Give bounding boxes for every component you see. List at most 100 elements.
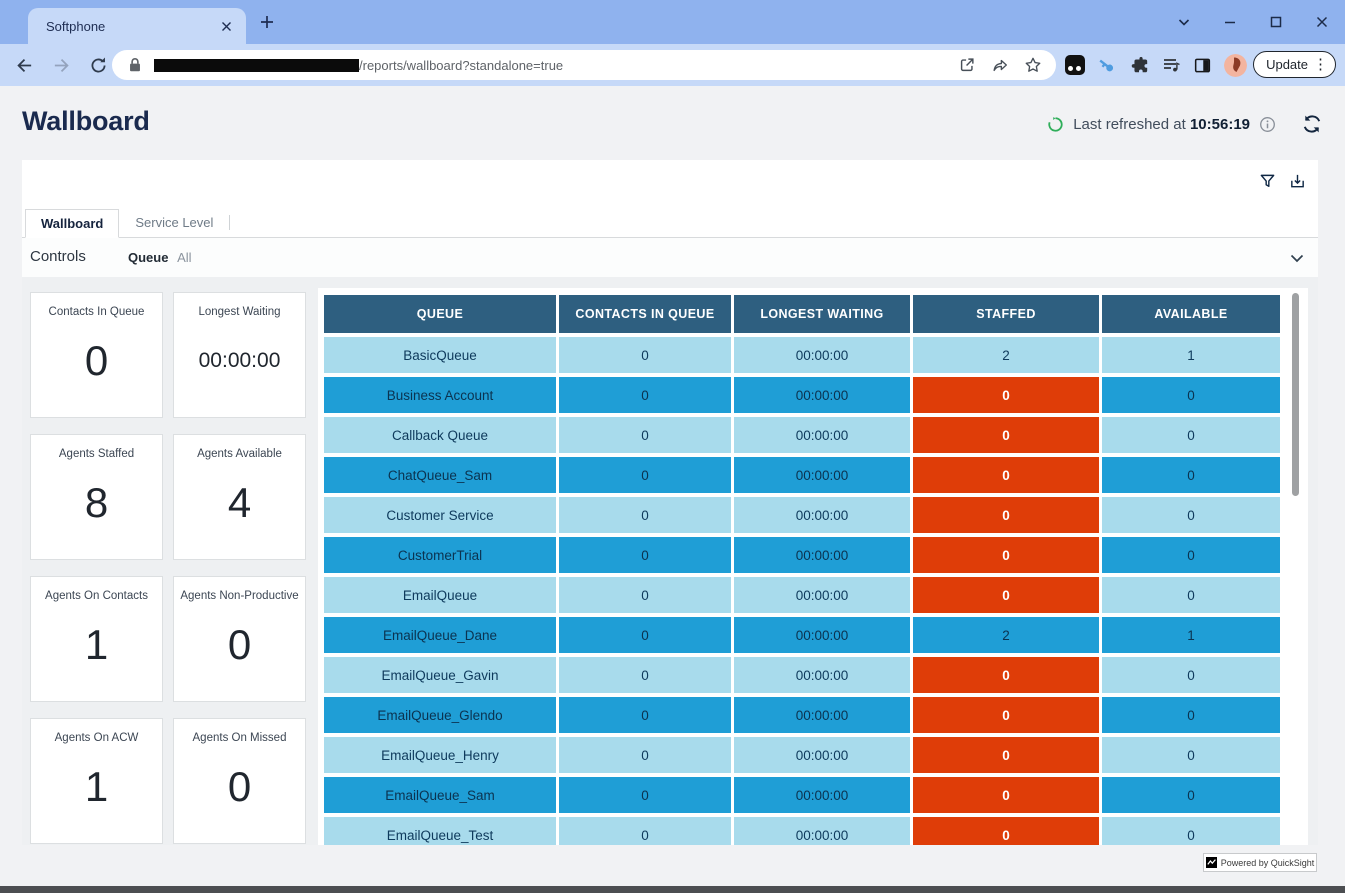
bookmark-star-icon[interactable] (1024, 56, 1042, 74)
cell-contacts: 0 (559, 457, 731, 493)
manual-refresh-icon[interactable] (1301, 113, 1323, 135)
queue-filter-name: Queue (128, 250, 168, 265)
table-row: EmailQueue_Henry000:00:0000 (324, 737, 1280, 773)
cell-waiting: 00:00:00 (734, 617, 910, 653)
extensions-puzzle-icon[interactable] (1128, 55, 1149, 76)
queue-filter-value: All (177, 250, 191, 265)
window-controls (1161, 0, 1345, 44)
update-button[interactable]: Update ⋮ (1253, 51, 1336, 78)
reload-button[interactable] (86, 53, 110, 77)
share-icon[interactable] (991, 56, 1009, 74)
kpi-value: 1 (85, 744, 108, 843)
cell-queue: ChatQueue_Sam (324, 457, 556, 493)
kpi-label: Agents Non-Productive (180, 590, 298, 602)
auto-refresh-timer-icon (1047, 116, 1064, 133)
minimize-button[interactable] (1207, 0, 1253, 44)
cell-waiting: 00:00:00 (734, 817, 910, 845)
cell-staffed: 0 (913, 497, 1099, 533)
queue-filter[interactable]: Queue All (128, 250, 192, 265)
cell-contacts: 0 (559, 817, 731, 845)
browser-window: Softphone (0, 0, 1345, 893)
controls-bar: Controls Queue All (22, 238, 1318, 278)
cell-queue: BasicQueue (324, 337, 556, 373)
maximize-button[interactable] (1253, 0, 1299, 44)
table-row: EmailQueue_Test000:00:0000 (324, 817, 1280, 845)
kpi-card: Longest Waiting00:00:00 (173, 292, 306, 418)
export-icon[interactable] (1289, 173, 1306, 190)
cell-queue: EmailQueue_Glendo (324, 697, 556, 733)
cell-contacts: 0 (559, 337, 731, 373)
forward-button[interactable] (49, 53, 73, 77)
tab-search-chevron-icon[interactable] (1161, 0, 1207, 44)
controls-label: Controls (30, 248, 86, 265)
close-button[interactable] (1299, 0, 1345, 44)
column-header: AVAILABLE (1102, 295, 1280, 333)
cell-available: 0 (1102, 737, 1280, 773)
cell-staffed: 2 (913, 617, 1099, 653)
cell-staffed: 0 (913, 377, 1099, 413)
extension-key-icon[interactable] (1096, 55, 1117, 76)
cell-queue: Business Account (324, 377, 556, 413)
cell-staffed: 2 (913, 337, 1099, 373)
last-refreshed-time: 10:56:19 (1190, 116, 1250, 133)
cell-waiting: 00:00:00 (734, 497, 910, 533)
playlist-icon[interactable] (1160, 55, 1181, 76)
info-icon[interactable] (1259, 116, 1276, 133)
tab-close-icon[interactable] (216, 16, 236, 36)
cell-contacts: 0 (559, 537, 731, 573)
last-refreshed-text: Last refreshed at 10:56:19 (1073, 116, 1250, 133)
browser-tab-softphone[interactable]: Softphone (28, 8, 246, 44)
cell-available: 0 (1102, 777, 1280, 813)
extension-domino-icon[interactable] (1064, 55, 1085, 76)
table-row: Customer Service000:00:0000 (324, 497, 1280, 533)
cell-available: 1 (1102, 617, 1280, 653)
cell-contacts: 0 (559, 617, 731, 653)
taskbar-edge (0, 886, 1345, 893)
kpi-grid: Contacts In Queue0Longest Waiting00:00:0… (30, 292, 306, 844)
cell-staffed: 0 (913, 417, 1099, 453)
kpi-card: Agents On ACW1 (30, 718, 163, 844)
filter-icon[interactable] (1259, 173, 1276, 190)
cell-waiting: 00:00:00 (734, 457, 910, 493)
address-bar[interactable]: /reports/wallboard?standalone=true (112, 50, 1056, 80)
tab-title: Softphone (46, 19, 216, 34)
cell-staffed: 0 (913, 577, 1099, 613)
lock-icon (126, 56, 144, 74)
browser-menu-kebab-icon[interactable]: ⋮ (1313, 57, 1328, 72)
cell-queue: CustomerTrial (324, 537, 556, 573)
cell-waiting: 00:00:00 (734, 377, 910, 413)
table-scrollbar-thumb[interactable] (1292, 293, 1299, 496)
cell-contacts: 0 (559, 497, 731, 533)
kpi-label: Agents On Contacts (45, 590, 148, 602)
page-title: Wallboard (22, 106, 150, 137)
powered-by-quicksight-badge[interactable]: Powered by QuickSight (1203, 853, 1317, 872)
kpi-value: 0 (228, 602, 251, 701)
table-row: ChatQueue_Sam000:00:0000 (324, 457, 1280, 493)
profile-avatar[interactable] (1224, 54, 1247, 77)
tab-wallboard[interactable]: Wallboard (25, 209, 119, 238)
new-tab-button[interactable] (256, 11, 278, 33)
table-row: BasicQueue000:00:0021 (324, 337, 1280, 373)
controls-collapse-chevron-icon[interactable] (1288, 249, 1306, 267)
sheet-tabbar: Wallboard Service Level (22, 209, 1318, 238)
cell-available: 1 (1102, 337, 1280, 373)
cell-waiting: 00:00:00 (734, 537, 910, 573)
cell-staffed: 0 (913, 737, 1099, 773)
cell-queue: EmailQueue_Gavin (324, 657, 556, 693)
kpi-value: 0 (228, 744, 251, 843)
column-header: LONGEST WAITING (734, 295, 910, 333)
cell-queue: EmailQueue_Sam (324, 777, 556, 813)
cell-contacts: 0 (559, 697, 731, 733)
cell-waiting: 00:00:00 (734, 577, 910, 613)
queue-table: QUEUECONTACTS IN QUEUELONGEST WAITINGSTA… (321, 291, 1283, 845)
kpi-value: 00:00:00 (199, 318, 281, 417)
cell-queue: EmailQueue_Test (324, 817, 556, 845)
table-row: CustomerTrial000:00:0000 (324, 537, 1280, 573)
tab-service-level[interactable]: Service Level (119, 208, 229, 237)
url-path: /reports/wallboard?standalone=true (359, 58, 563, 73)
open-in-new-icon[interactable] (958, 56, 976, 74)
back-button[interactable] (12, 53, 36, 77)
cell-contacts: 0 (559, 777, 731, 813)
side-panel-icon[interactable] (1192, 55, 1213, 76)
refresh-cluster: Last refreshed at 10:56:19 (1047, 110, 1323, 138)
